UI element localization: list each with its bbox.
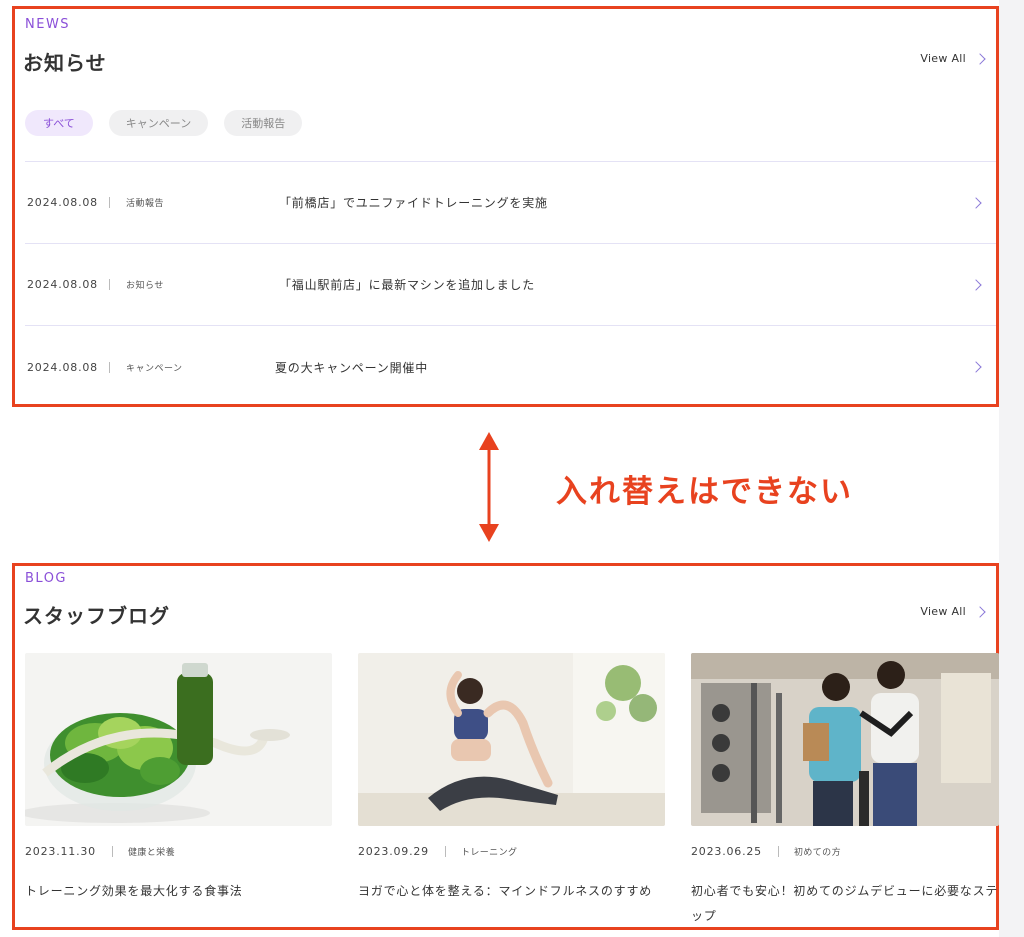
blog-thumbnail (25, 653, 332, 826)
blog-card-title: 初心者でも安心！初めてのジムデビューに必要なステップ (691, 884, 999, 923)
filter-chip-campaign[interactable]: キャンペーン (108, 110, 209, 136)
news-section: NEWS お知らせ View All すべて キャンペーン 活動報告 2024.… (12, 6, 999, 407)
blog-eyebrow: BLOG (25, 571, 68, 586)
news-category: お知らせ (126, 281, 164, 291)
news-item-title: 「前橋店」でユニファイドトレーニングを実施 (279, 196, 548, 210)
news-category: 活動報告 (126, 199, 165, 209)
blog-card[interactable]: 2023.11.30 健康と栄養 トレーニング効果を最大化する食事法 (25, 653, 332, 929)
annotation-text: 入れ替えはできない (556, 474, 853, 510)
blog-section: BLOG スタッフブログ View All 2023.11.30 健康と栄養 ト… (12, 563, 999, 930)
blog-card-meta: 2023.06.25 初めての方 (691, 845, 999, 858)
yoga-photo-image (358, 653, 665, 826)
news-title: お知らせ (23, 51, 107, 75)
chevron-right-icon (970, 361, 982, 373)
chevron-right-icon (970, 196, 982, 209)
blog-date: 2023.06.25 (691, 845, 762, 858)
news-item-title: 「福山駅前店」に最新マシンを追加しました (279, 278, 536, 292)
blog-card-title: ヨガで心と体を整える：マインドフルネスのすすめ (358, 884, 653, 898)
swap-arrow-icon (479, 432, 499, 542)
chevron-right-icon (970, 278, 982, 291)
news-date: 2024.08.08 (27, 360, 98, 374)
news-list: 2024.08.08 活動報告 「前橋店」でユニファイドトレーニングを実施 20… (25, 161, 996, 408)
news-list-item[interactable]: 2024.08.08 お知らせ 「福山駅前店」に最新マシンを追加しました (25, 244, 996, 326)
news-view-all-label: View All (920, 52, 966, 65)
blog-category: トレーニング (460, 848, 518, 858)
news-separator (109, 361, 110, 373)
news-eyebrow: NEWS (25, 17, 71, 32)
blog-date: 2023.11.30 (25, 845, 96, 858)
gym-photo-image (691, 653, 999, 826)
blog-thumbnail (358, 653, 665, 826)
blog-card-meta: 2023.09.29 トレーニング (358, 845, 665, 858)
blog-card[interactable]: 2023.09.29 トレーニング ヨガで心と体を整える：マインドフルネスのすす… (358, 653, 665, 929)
blog-meta-separator (444, 846, 446, 857)
news-separator (109, 279, 110, 290)
blog-card-list: 2023.11.30 健康と栄養 トレーニング効果を最大化する食事法 2023.… (25, 653, 999, 929)
blog-view-all-label: View All (920, 605, 966, 618)
blog-card-meta: 2023.11.30 健康と栄養 (25, 845, 332, 858)
news-filter-bar: すべて キャンペーン 活動報告 (25, 110, 303, 136)
blog-card[interactable]: 2023.06.25 初めての方 初心者でも安心！初めてのジムデビューに必要なス… (691, 653, 999, 929)
blog-date: 2023.09.29 (358, 845, 429, 858)
blog-thumbnail (691, 653, 999, 826)
news-list-item[interactable]: 2024.08.08 キャンペーン 夏の大キャンペーン開催中 (25, 326, 996, 408)
news-view-all-link[interactable]: View All (920, 52, 986, 65)
news-item-title: 夏の大キャンペーン開催中 (275, 360, 429, 375)
blog-meta-separator (111, 846, 113, 857)
blog-title: スタッフブログ (23, 604, 170, 628)
news-list-item[interactable]: 2024.08.08 活動報告 「前橋店」でユニファイドトレーニングを実施 (25, 162, 996, 244)
chevron-right-icon (974, 52, 986, 65)
news-separator (109, 197, 110, 208)
blog-meta-separator (777, 846, 779, 857)
news-date: 2024.08.08 (27, 196, 98, 209)
blog-card-title: トレーニング効果を最大化する食事法 (25, 884, 243, 898)
blog-category: 健康と栄養 (127, 848, 175, 858)
chevron-right-icon (974, 605, 986, 618)
blog-view-all-link[interactable]: View All (920, 605, 986, 618)
news-category: キャンペーン (126, 363, 183, 374)
blog-category: 初めての方 (793, 848, 841, 858)
page-edge-strip (999, 0, 1024, 937)
filter-chip-all[interactable]: すべて (25, 110, 93, 136)
salad-photo-image (25, 653, 332, 826)
news-date: 2024.08.08 (27, 278, 98, 291)
filter-chip-activity[interactable]: 活動報告 (224, 110, 303, 136)
